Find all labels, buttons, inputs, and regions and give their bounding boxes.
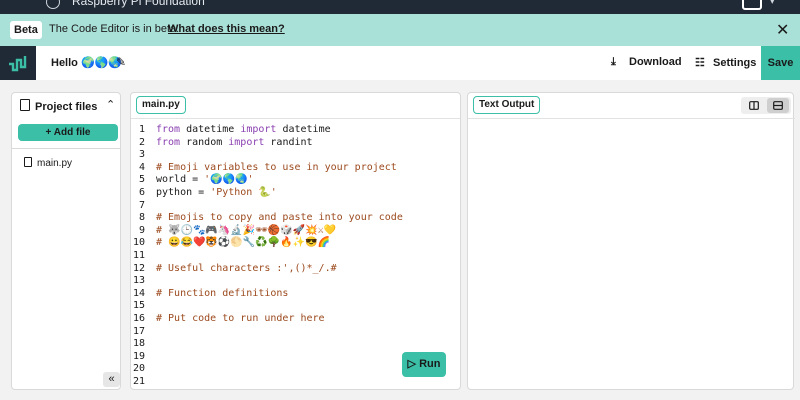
tab-main-py[interactable]: main.py — [136, 96, 186, 114]
split-view-button[interactable] — [743, 98, 765, 113]
file-item-main-py[interactable]: main.py — [24, 157, 72, 169]
line-number: 6 — [138, 187, 145, 198]
code-editor-logo[interactable] — [0, 46, 36, 80]
line-number: 14 — [132, 287, 145, 299]
beta-message: The Code Editor is in beta. — [49, 23, 180, 35]
line-number: 20 — [132, 363, 145, 375]
collapse-sidebar-button[interactable]: « — [103, 372, 120, 387]
settings-button[interactable]: ☷ Settings — [695, 56, 756, 69]
line-number: 3 — [138, 149, 145, 161]
line-number: 18 — [132, 338, 145, 350]
settings-label: Settings — [713, 57, 757, 69]
line-number: 17 — [132, 325, 145, 337]
beta-tag: Beta — [10, 21, 42, 39]
rows-icon — [773, 101, 783, 110]
code-line[interactable]: # Put code to run under here — [156, 313, 325, 324]
sidebar-divider — [12, 148, 120, 149]
line-number: 15 — [132, 300, 145, 312]
line-number: 7 — [138, 199, 145, 211]
columns-icon — [749, 101, 759, 110]
code-line[interactable]: # 😀😂❤️🐯⚽🌕🔧♻️🌳🔥✨😎🌈 — [156, 237, 330, 248]
pencil-icon[interactable]: ✎ — [116, 55, 126, 69]
account-chevron-icon[interactable]: ▾ — [770, 0, 775, 7]
code-line[interactable]: # Useful characters :',()*_/.# — [156, 263, 337, 274]
line-number: 1 — [138, 124, 145, 135]
code-line[interactable]: from datetime import datetime — [156, 124, 331, 135]
line-number: 10 — [132, 237, 145, 249]
stacked-view-button[interactable] — [767, 98, 789, 113]
line-number: 12 — [132, 262, 145, 274]
code-editor-panel: main.py 1 from datetime import datetime 2 f… — [130, 92, 461, 390]
file-icon — [24, 157, 32, 167]
file-item-label: main.py — [37, 158, 73, 169]
code-line[interactable]: # Function definitions — [156, 288, 288, 299]
file-icon — [20, 99, 30, 111]
code-line[interactable]: from random import randint — [156, 137, 313, 148]
brand-name: Raspberry Pi Foundation — [72, 0, 205, 8]
code-line[interactable]: # Emojis to copy and paste into your cod… — [156, 212, 403, 223]
editor-tab-bar: main.py — [131, 93, 460, 119]
code-line[interactable]: python = 'Python 🐍' — [156, 187, 277, 198]
beta-info-link[interactable]: What does this mean? — [168, 23, 285, 35]
project-files-panel: Project files ⌃ + Add file main.py « — [11, 92, 121, 390]
beta-banner: Beta The Code Editor is in beta. What do… — [0, 14, 800, 46]
line-number: 16 — [132, 313, 145, 324]
run-button[interactable]: ▷ Run — [402, 352, 446, 377]
code-line[interactable]: world = '🌍🌎🌏' — [156, 174, 254, 185]
line-number: 21 — [132, 376, 145, 387]
code-line[interactable]: # 🐺🕒🐾🎮🦄🔬🎉🕶🏀🎲🚀💥⚔💛 — [156, 225, 336, 236]
download-label: Download — [629, 56, 682, 68]
line-number: 9 — [138, 224, 145, 236]
chevron-up-icon[interactable]: ⌃ — [106, 98, 115, 111]
text-output-panel: Text Output — [467, 92, 795, 390]
project-name[interactable]: Hello 🌍🌎🌏 — [51, 56, 122, 69]
line-number: 19 — [132, 350, 145, 362]
project-files-title: Project files — [20, 99, 97, 113]
line-number: 8 — [138, 212, 145, 224]
top-navigation-bar: Raspberry Pi Foundation ▾ — [0, 0, 800, 14]
account-menu-icon[interactable] — [742, 0, 762, 10]
add-file-button[interactable]: + Add file — [18, 124, 118, 141]
raspberry-pi-logo-icon — [46, 0, 60, 9]
line-number: 4 — [138, 161, 145, 173]
line-number: 11 — [132, 250, 145, 261]
line-number: 2 — [138, 136, 145, 148]
editor-header: Hello 🌍🌎🌏 ✎ ⤓ Download ☷ Settings Save — [0, 46, 800, 80]
project-files-label: Project files — [35, 101, 98, 113]
code-editor-logo-icon — [9, 56, 27, 72]
close-icon[interactable]: ✕ — [776, 20, 789, 40]
download-icon: ⤓ — [611, 56, 616, 68]
tab-text-output[interactable]: Text Output — [473, 96, 541, 114]
line-number: 13 — [132, 275, 145, 287]
code-line[interactable]: # Emoji variables to use in your project — [156, 162, 397, 173]
download-button[interactable]: ⤓ Download — [611, 56, 682, 69]
settings-sliders-icon: ☷ — [695, 57, 705, 69]
view-toggle — [741, 97, 791, 114]
save-button[interactable]: Save — [761, 46, 800, 80]
output-tab-bar: Text Output — [468, 93, 795, 119]
line-number: 5 — [138, 174, 145, 186]
